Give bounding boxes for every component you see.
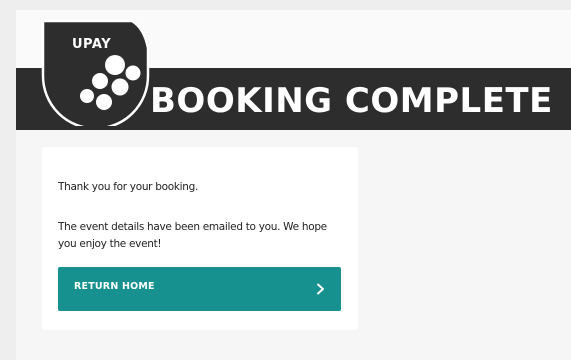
confirmation-card: Thank you for your booking. The event de… — [42, 147, 358, 330]
return-home-button[interactable]: RETURN HOME — [58, 267, 341, 311]
logo-text: UPAY — [72, 37, 112, 52]
thank-you-message: Thank you for your booking. — [58, 181, 198, 193]
page-frame: BOOKING COMPLETE UPAY Thank you for your… — [16, 10, 571, 360]
event-details-message: The event details have been emailed to y… — [58, 221, 327, 250]
return-home-label: RETURN HOME — [74, 281, 155, 292]
upay-logo[interactable]: UPAY — [40, 18, 154, 130]
upay-logo-icon — [41, 19, 150, 130]
page-title: BOOKING COMPLETE — [150, 81, 553, 121]
chevron-right-icon — [317, 283, 324, 295]
